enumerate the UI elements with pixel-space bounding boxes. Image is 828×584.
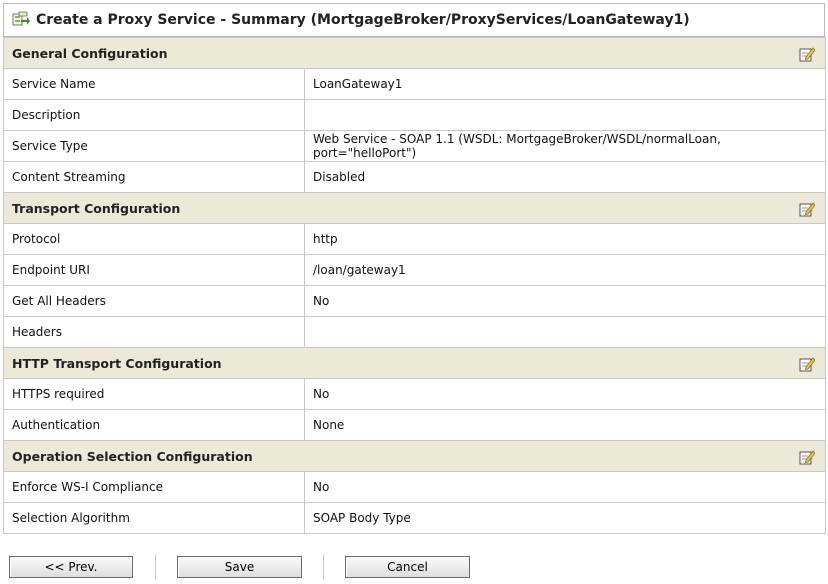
edit-transport-configuration-icon[interactable] <box>799 201 815 217</box>
row-value: Disabled <box>304 161 826 193</box>
table-row: Enforce WS-I Compliance No <box>3 471 826 503</box>
row-label: Service Type <box>3 130 305 162</box>
row-value: /loan/gateway1 <box>304 254 826 286</box>
row-label: Get All Headers <box>3 285 305 317</box>
row-value: SOAP Body Type <box>304 502 826 534</box>
table-row: Endpoint URI /loan/gateway1 <box>3 254 826 286</box>
save-button[interactable]: Save <box>177 556 302 578</box>
page-title: Create a Proxy Service - Summary (Mortga… <box>36 12 690 28</box>
section-general-configuration: General Configuration <box>3 37 826 69</box>
row-value: LoanGateway1 <box>304 68 826 100</box>
button-divider <box>155 554 156 580</box>
section-heading: Operation Selection Configuration <box>12 448 253 464</box>
edit-general-configuration-icon[interactable] <box>799 46 815 62</box>
section-transport-configuration: Transport Configuration <box>3 192 826 224</box>
edit-operation-selection-configuration-icon[interactable] <box>799 449 815 465</box>
row-value: No <box>304 378 826 410</box>
row-label: Enforce WS-I Compliance <box>3 471 305 503</box>
prev-button[interactable]: << Prev. <box>9 556 133 578</box>
button-divider <box>323 554 324 580</box>
table-row: Headers <box>3 316 826 348</box>
row-label: Headers <box>3 316 305 348</box>
table-row: Service Type Web Service - SOAP 1.1 (WSD… <box>3 130 826 162</box>
row-value: None <box>304 409 826 441</box>
row-value <box>304 316 826 348</box>
table-row: Get All Headers No <box>3 285 826 317</box>
row-value <box>304 99 826 131</box>
edit-http-transport-configuration-icon[interactable] <box>799 356 815 372</box>
row-label: Content Streaming <box>3 161 305 193</box>
table-row: Description <box>3 99 826 131</box>
section-heading: Transport Configuration <box>12 200 181 216</box>
section-http-transport-configuration: HTTP Transport Configuration <box>3 347 826 379</box>
table-row: Content Streaming Disabled <box>3 161 826 193</box>
cancel-button[interactable]: Cancel <box>345 556 470 578</box>
row-value: No <box>304 285 826 317</box>
row-label: Service Name <box>3 68 305 100</box>
proxy-service-icon <box>12 11 30 26</box>
row-label: Protocol <box>3 223 305 255</box>
section-heading: General Configuration <box>12 45 168 61</box>
row-value: No <box>304 471 826 503</box>
row-label: Selection Algorithm <box>3 502 305 534</box>
table-row: HTTPS required No <box>3 378 826 410</box>
table-row: Authentication None <box>3 409 826 441</box>
row-label: Endpoint URI <box>3 254 305 286</box>
row-label: HTTPS required <box>3 378 305 410</box>
page-header: Create a Proxy Service - Summary (Mortga… <box>3 3 825 37</box>
row-value: http <box>304 223 826 255</box>
row-value: Web Service - SOAP 1.1 (WSDL: MortgageBr… <box>304 130 826 162</box>
table-row: Service Name LoanGateway1 <box>3 68 826 100</box>
summary-table: General Configuration Service Name LoanG… <box>3 37 826 534</box>
section-heading: HTTP Transport Configuration <box>12 355 222 371</box>
table-row: Selection Algorithm SOAP Body Type <box>3 502 826 534</box>
row-label: Description <box>3 99 305 131</box>
section-operation-selection-configuration: Operation Selection Configuration <box>3 440 826 472</box>
row-label: Authentication <box>3 409 305 441</box>
table-row: Protocol http <box>3 223 826 255</box>
